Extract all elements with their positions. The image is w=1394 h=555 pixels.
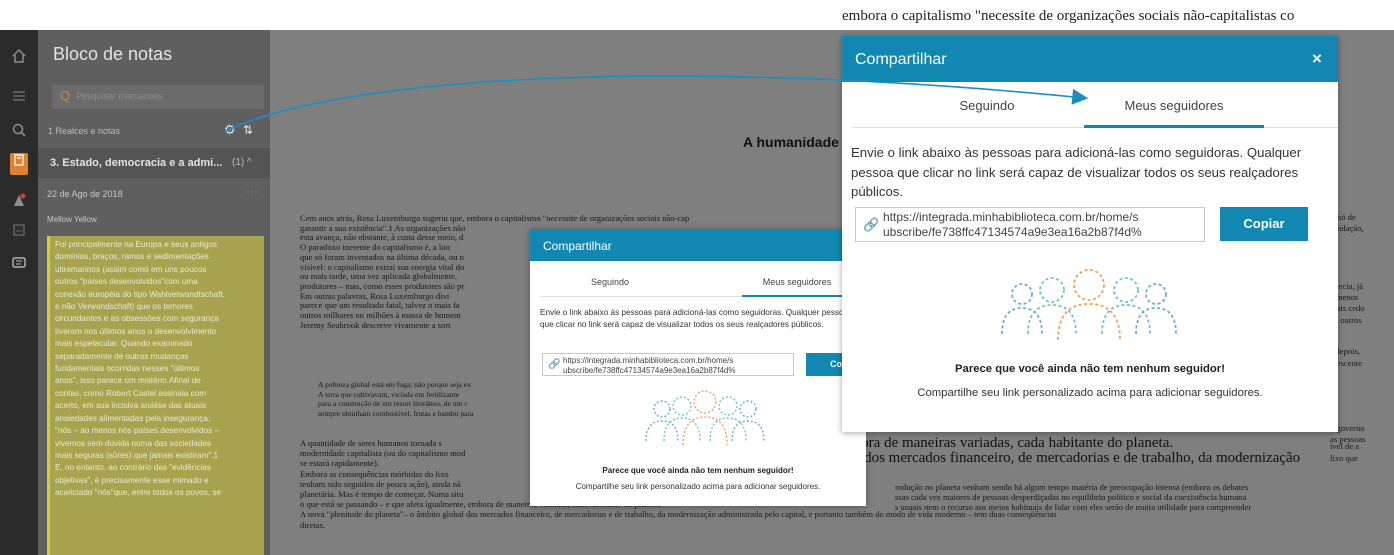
- chapter-group-header[interactable]: 3. Estado, democracia e a admi... (1) ^: [38, 148, 270, 178]
- top-strip-text-1: embora o capitalismo "necessite de organ…: [842, 8, 1295, 24]
- note-text-line: vivemos sem dúvida numa das sociedades: [55, 438, 212, 448]
- note-color-label: Mellow Yellow: [47, 215, 97, 224]
- note-text-line: tiveram nos últimos anos o desenvolvimen…: [55, 326, 217, 336]
- copy-button[interactable]: Copiar: [1220, 207, 1308, 241]
- note-text-line: ultramarinos (assim como em uns poucos: [55, 264, 207, 274]
- search-icon: Q: [60, 88, 71, 103]
- list-icon[interactable]: [9, 88, 29, 108]
- followers-illustration: [640, 389, 770, 459]
- tab-following[interactable]: Seguindo: [892, 98, 1082, 113]
- notes-search-input[interactable]: Q Pesquisar marcacoes: [52, 85, 264, 109]
- active-tab-indicator: [742, 295, 852, 297]
- share-link-field[interactable]: 🔗 https://integrada.minhabiblioteca.com.…: [542, 353, 794, 376]
- note-text-line: anos", isso parece um mistério.Afinal de: [55, 376, 201, 386]
- tab-following[interactable]: Seguindo: [540, 277, 680, 287]
- note-text-line: conexão européia do tipo Wahlverwandtsch…: [55, 289, 225, 299]
- note-text-line: circundantes e as obsessões com seguranç…: [55, 314, 219, 324]
- share-link-line-1: https://integrada.minhabiblioteca.com.br…: [563, 356, 734, 365]
- note-text-line: "nós – ao menos nos países desenvolvidos…: [55, 426, 220, 436]
- tab-my-followers[interactable]: Meus seguidores: [742, 277, 852, 287]
- share-link-line-2: ubscribe/fe738ffc47134574a9e3ea16a2b87f4…: [883, 225, 1142, 239]
- notebook-title: Bloco de notas: [53, 44, 173, 64]
- note-text-line: fundamentais ocorridas nesses "últimos: [55, 364, 200, 374]
- share-link-line-1: https://integrada.minhabiblioteca.com.br…: [883, 210, 1139, 224]
- search-icon[interactable]: [9, 122, 29, 142]
- note-text-line: objetivas", é precisamente esse mimado e: [55, 475, 209, 485]
- empty-followers-title: Parece que você ainda não tem nenhum seg…: [602, 466, 794, 475]
- share-dialog-header: Compartilhar ×: [842, 36, 1338, 82]
- note-text-line: ansiedades alimentadas pela insegurança,: [55, 413, 211, 423]
- note-highlight-card[interactable]: Foi principalmente na Europa e seus anti…: [47, 236, 264, 555]
- search-placeholder: Pesquisar marcacoes: [76, 91, 163, 101]
- followers-illustration: [994, 268, 1184, 348]
- flashcard-icon[interactable]: [9, 192, 29, 212]
- note-text-line: domínios, braços, ramos e sedimentações: [55, 252, 209, 262]
- gear-icon[interactable]: ⚙: [224, 122, 236, 138]
- chapter-title: 3. Estado, democracia e a admi...: [50, 157, 223, 169]
- note-text-line: mais espetacular. Quando examinado: [55, 339, 193, 349]
- chat-icon[interactable]: [9, 255, 29, 275]
- note-text-line: contas, como Robert Castel assinala com: [55, 388, 207, 398]
- share-dialog-title: Compartilhar: [543, 239, 612, 253]
- share-link-line-2: ubscribe/fe738ffc47134574a9e3ea16a2b87f4…: [563, 365, 736, 375]
- note-text-line: e não Verwandschaft) que os temores: [55, 302, 193, 312]
- note-text-line: E, no entanto, ao contrário das "evidênc…: [55, 463, 211, 473]
- empty-followers-title: Parece que você ainda não tem nenhum seg…: [955, 363, 1225, 375]
- chapter-note-count: (1) ^: [232, 157, 252, 168]
- citation-icon[interactable]: [9, 222, 29, 242]
- share-description: Envie o link abaixo às pessoas para adic…: [851, 145, 1302, 199]
- link-icon: 🔗: [548, 359, 561, 370]
- share-dialog-small: Compartilhar Seguindo Meus seguidores En…: [530, 229, 866, 506]
- note-text-line: acerto, em sua incisiva análise das atua…: [55, 401, 207, 411]
- notebook-panel: Bloco de notas Q Pesquisar marcacoes 1 R…: [38, 30, 270, 555]
- note-text-line: separadamente de outras mudanças: [55, 351, 189, 361]
- share-dialog-header: Compartilhar: [530, 229, 866, 261]
- top-strip: embora o capitalismo "necessite de organ…: [0, 0, 1394, 30]
- home-icon[interactable]: [9, 48, 29, 68]
- note-text-line: outros "países desenvolvidos"com uma: [55, 277, 198, 287]
- share-description: Envie o link abaixo às pessoas para adic…: [540, 308, 849, 329]
- notes-count: 1 Realces e notas: [48, 126, 121, 136]
- note-text-line: Foi principalmente na Europa e seus anti…: [55, 240, 218, 249]
- empty-followers-subtitle: Compartilhe seu link personalizado acima…: [917, 387, 1263, 399]
- active-tab-indicator: [1084, 125, 1264, 128]
- close-icon[interactable]: ×: [1312, 49, 1322, 69]
- empty-followers-subtitle: Compartilhe seu link personalizado acima…: [575, 482, 821, 491]
- notebook-icon[interactable]: [10, 153, 28, 175]
- app-screen: embora o capitalismo "necessite de organ…: [0, 0, 1394, 555]
- note-date: 22 de Ago de 2018: [47, 189, 123, 199]
- note-text-line: mais seguras (sûres) que jamais existira…: [55, 450, 219, 460]
- sort-icon[interactable]: ⇅: [243, 123, 253, 137]
- share-dialog-title: Compartilhar: [855, 51, 947, 68]
- note-text-line: acariciado "nós"que, entre todos os povo…: [55, 488, 222, 498]
- more-icon[interactable]: ···: [246, 184, 258, 198]
- link-icon: 🔗: [863, 217, 880, 232]
- icon-rail: [0, 30, 38, 555]
- tab-my-followers[interactable]: Meus seguidores: [1084, 98, 1264, 113]
- share-dialog: Compartilhar × Seguindo Meus seguidores …: [842, 36, 1338, 432]
- share-link-field[interactable]: 🔗 https://integrada.minhabiblioteca.com.…: [855, 207, 1205, 242]
